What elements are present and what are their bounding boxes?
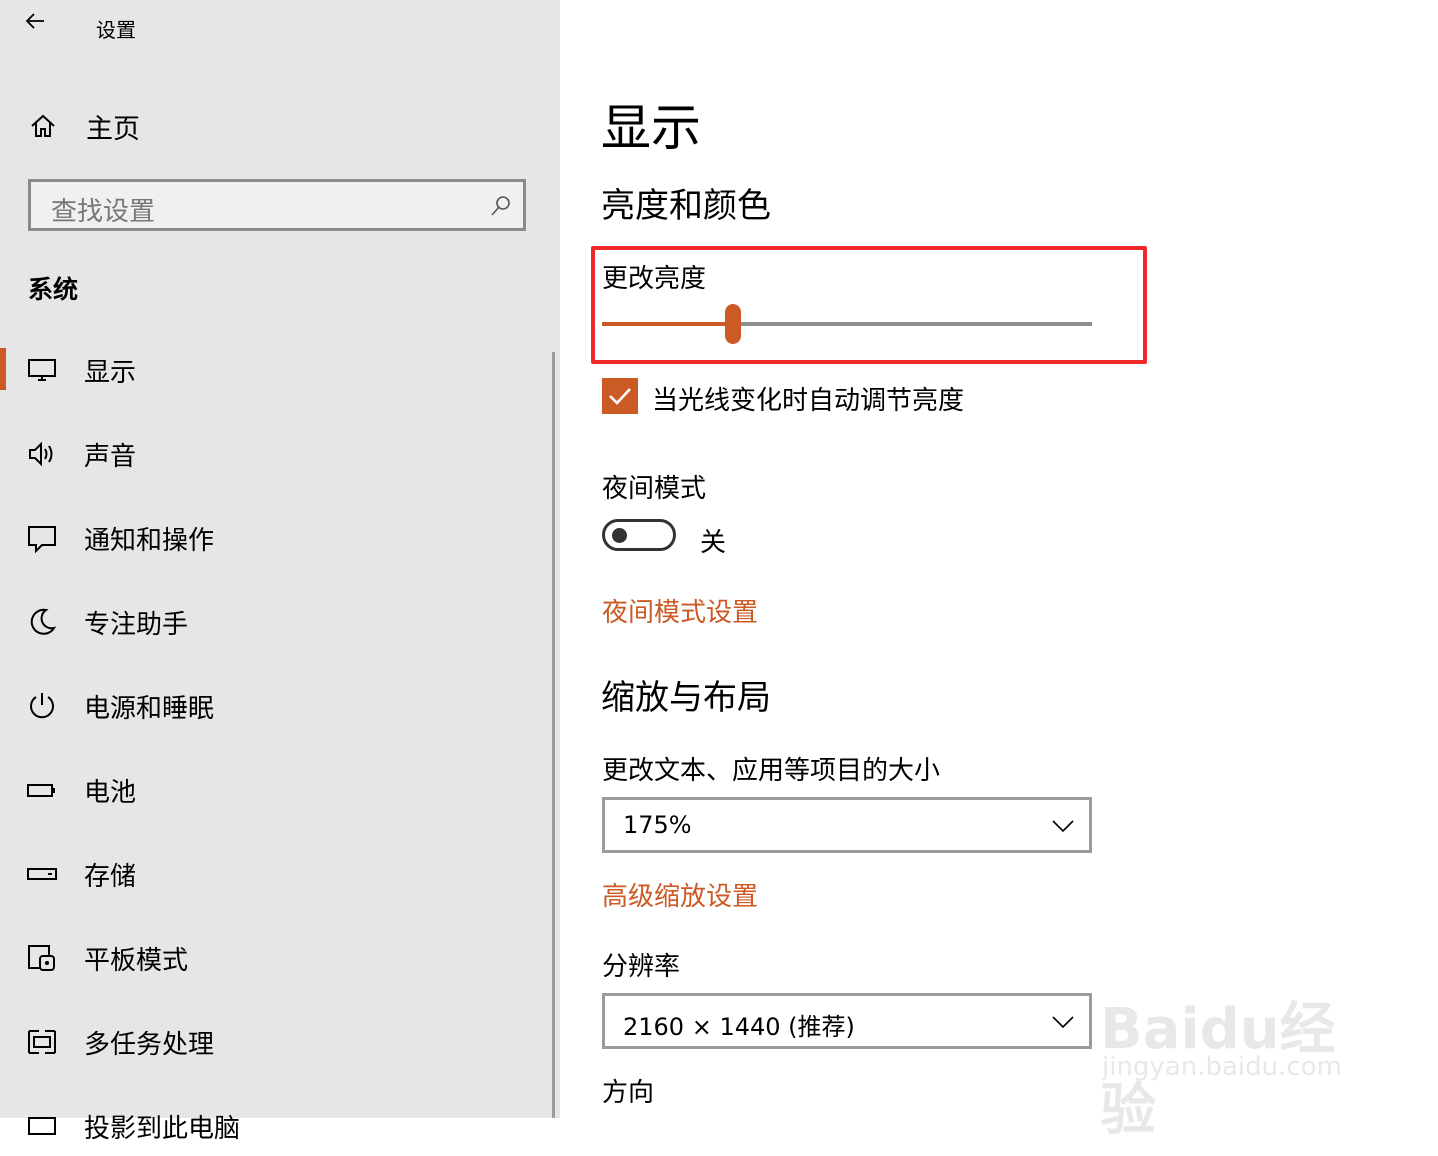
home-label: 主页 (86, 113, 140, 145)
sidebar-item-label: 存储 (84, 861, 137, 892)
moon-icon (30, 608, 57, 635)
sidebar-item[interactable]: 声音 (0, 424, 550, 484)
night-mode-label: 夜间模式 (602, 474, 707, 504)
sidebar-item[interactable]: 多任务处理 (0, 1012, 550, 1072)
watermark: Baidu经验 jingyan.baidu.com (1100, 960, 1370, 1143)
brightness-label: 更改亮度 (602, 264, 707, 294)
sidebar-item[interactable]: 投影到此电脑 (0, 1096, 550, 1156)
sidebar-item-label: 平板模式 (84, 945, 189, 976)
home-icon (31, 114, 55, 137)
search-input[interactable]: 查找设置 (28, 179, 526, 231)
chevron-down-icon (1052, 820, 1074, 833)
sidebar-item-label: 显示 (84, 357, 137, 388)
section-title: 系统 (28, 275, 79, 304)
sidebar-item[interactable]: 通知和操作 (0, 508, 550, 568)
night-mode-settings-link[interactable]: 夜间模式设置 (602, 592, 758, 629)
sidebar-item-label: 电池 (84, 777, 137, 808)
home-link[interactable]: 主页 (28, 104, 140, 148)
back-arrow-icon[interactable] (22, 8, 50, 36)
resolution-value: 2160 × 1440 (推荐) (623, 1013, 855, 1041)
storage-icon (27, 868, 57, 880)
sidebar-item-label: 投影到此电脑 (84, 1113, 241, 1144)
auto-brightness-checkbox[interactable] (602, 378, 638, 414)
brightness-section-title: 亮度和颜色 (601, 186, 771, 226)
scale-label: 更改文本、应用等项目的大小 (602, 756, 941, 786)
toggle-knob (612, 528, 627, 543)
sidebar-item[interactable]: 平板模式 (0, 928, 550, 988)
auto-brightness-label: 当光线变化时自动调节亮度 (652, 386, 965, 416)
power-icon (30, 693, 54, 719)
resolution-dropdown[interactable]: 2160 × 1440 (推荐) (602, 993, 1092, 1049)
tablet-icon (28, 945, 55, 971)
main-content: 显示 亮度和颜色 更改亮度 当光线变化时自动调节亮度 夜间模式 关 夜间模式设置… (560, 0, 1438, 1118)
scale-section-title: 缩放与布局 (601, 678, 771, 718)
sidebar-item[interactable]: 电源和睡眠 (0, 676, 550, 736)
scale-dropdown[interactable]: 175% (602, 797, 1092, 853)
night-mode-state: 关 (700, 528, 727, 558)
search-placeholder: 查找设置 (51, 197, 156, 227)
advanced-scale-link[interactable]: 高级缩放设置 (602, 876, 758, 913)
sidebar-item-label: 专注助手 (84, 609, 189, 640)
search-icon (491, 196, 510, 216)
slider-fill (602, 322, 733, 326)
night-mode-toggle[interactable] (602, 519, 676, 551)
multitask-icon (28, 1030, 56, 1054)
notification-icon (28, 526, 56, 554)
slider-thumb[interactable] (725, 304, 741, 344)
sidebar-item-label: 电源和睡眠 (84, 693, 215, 724)
sidebar-item-label: 多任务处理 (84, 1029, 215, 1060)
watermark-url: jingyan.baidu.com (1102, 1052, 1342, 1082)
orientation-label: 方向 (602, 1078, 655, 1108)
brightness-slider[interactable] (602, 304, 1092, 344)
sidebar-item-label: 通知和操作 (84, 525, 215, 556)
sidebar-item[interactable]: 专注助手 (0, 592, 550, 652)
sidebar-item[interactable]: 显示 (0, 340, 550, 400)
chevron-down-icon (1052, 1016, 1074, 1029)
sidebar: 设置 主页 查找设置 系统 显示声音通知和操作专注助手电源和睡眠电池存储平板模式… (0, 0, 560, 1144)
project-icon (28, 1117, 56, 1135)
app-title: 设置 (96, 18, 136, 42)
scale-value: 175% (623, 811, 692, 839)
battery-icon (27, 784, 55, 797)
sidebar-scrollbar[interactable] (552, 352, 555, 1118)
resolution-label: 分辨率 (602, 952, 681, 982)
sidebar-item[interactable]: 存储 (0, 844, 550, 904)
speaker-icon (29, 441, 53, 467)
checkmark-icon (609, 388, 631, 405)
sidebar-item[interactable]: 电池 (0, 760, 550, 820)
page-title: 显示 (601, 99, 701, 157)
monitor-icon (28, 359, 56, 381)
sidebar-item-label: 声音 (84, 441, 137, 472)
